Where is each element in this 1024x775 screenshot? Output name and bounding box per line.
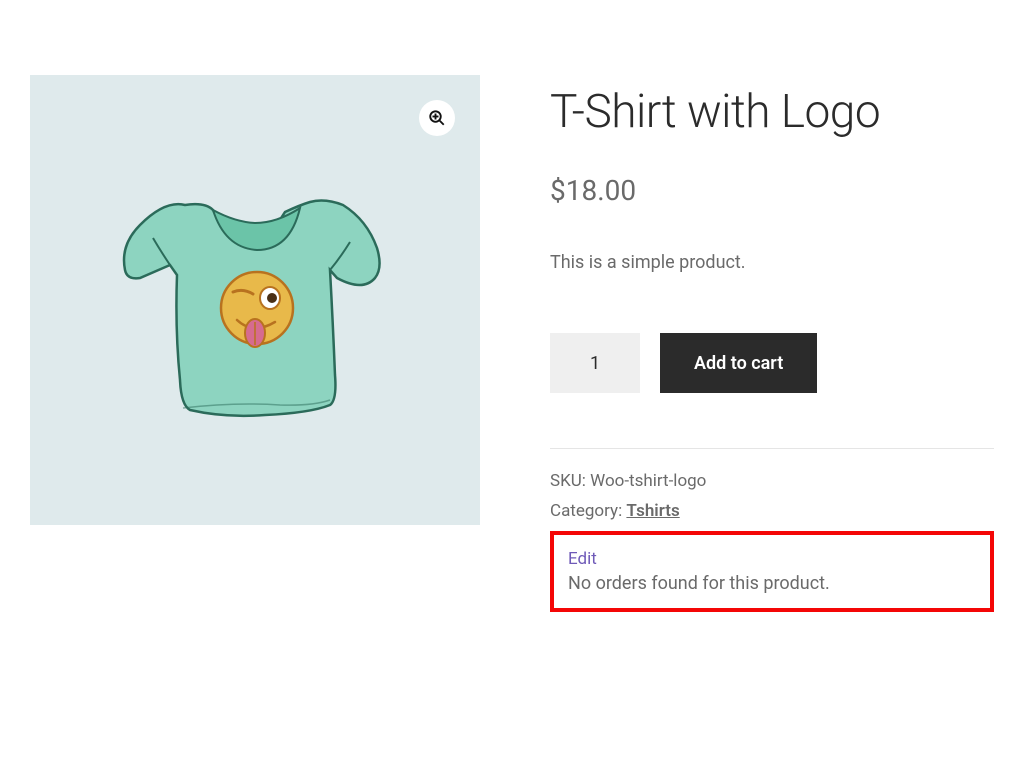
product-image-column	[30, 75, 480, 612]
product-price: $18.00	[550, 174, 994, 207]
sku-label: SKU:	[550, 471, 590, 491]
product-details-column: T-Shirt with Logo $18.00 This is a simpl…	[550, 75, 994, 612]
sku-line: SKU: Woo-tshirt-logo	[550, 471, 994, 491]
add-to-cart-button[interactable]: Add to cart	[660, 333, 817, 393]
sku-value: Woo-tshirt-logo	[590, 471, 706, 491]
edit-link[interactable]: Edit	[568, 549, 976, 569]
cart-form: Add to cart	[550, 333, 994, 393]
quantity-input[interactable]	[550, 333, 640, 393]
tshirt-illustration	[105, 150, 405, 450]
zoom-icon[interactable]	[419, 100, 455, 136]
orders-note-highlight: Edit No orders found for this product.	[550, 531, 994, 612]
product-image[interactable]	[30, 75, 480, 525]
product-container: T-Shirt with Logo $18.00 This is a simpl…	[30, 75, 994, 612]
orders-note-text: No orders found for this product.	[568, 573, 976, 594]
meta-divider	[550, 448, 994, 449]
category-line: Category: Tshirts	[550, 501, 994, 521]
product-description: This is a simple product.	[550, 252, 994, 273]
category-link[interactable]: Tshirts	[626, 501, 679, 521]
category-label: Category:	[550, 501, 626, 521]
product-title: T-Shirt with Logo	[550, 85, 994, 139]
